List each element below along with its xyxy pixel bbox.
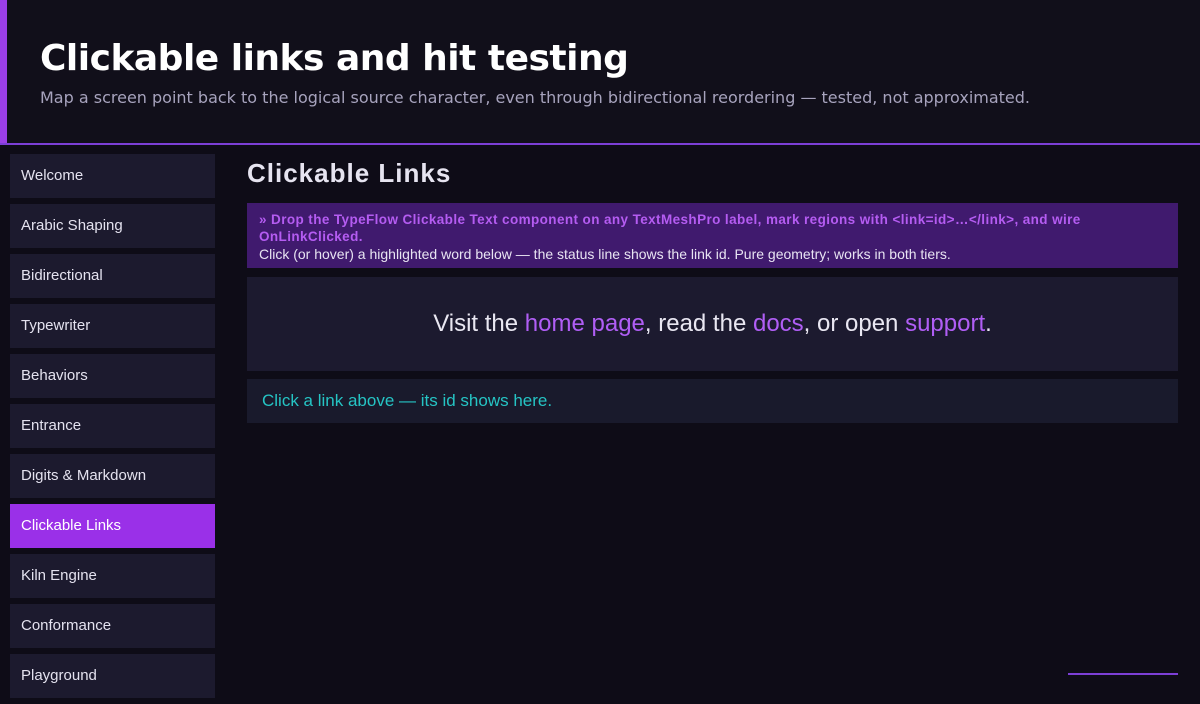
demo-text: . bbox=[985, 310, 992, 337]
page-header: Clickable links and hit testing Map a sc… bbox=[0, 0, 1200, 145]
sidebar-item-behaviors[interactable]: Behaviors bbox=[10, 354, 215, 398]
sidebar-item-entrance[interactable]: Entrance bbox=[10, 404, 215, 448]
link-status-line: Click a link above — its id shows here. bbox=[247, 379, 1178, 423]
link-docs[interactable]: docs bbox=[753, 310, 804, 337]
sidebar-item-playground[interactable]: Playground bbox=[10, 654, 215, 698]
sidebar-item-typewriter[interactable]: Typewriter bbox=[10, 304, 215, 348]
info-description: Click (or hover) a highlighted word belo… bbox=[259, 246, 951, 262]
sidebar-item-kiln-engine[interactable]: Kiln Engine bbox=[10, 554, 215, 598]
page-subtitle: Map a screen point back to the logical s… bbox=[40, 88, 1031, 107]
page-title-heading: Clickable links and hit testing bbox=[40, 38, 629, 79]
sidebar-item-bidirectional[interactable]: Bidirectional bbox=[10, 254, 215, 298]
sidebar-item-clickable-links[interactable]: Clickable Links bbox=[10, 504, 215, 548]
link-demo-panel: Visit the home page, read the docs, or o… bbox=[247, 277, 1178, 371]
demo-text: , or open bbox=[803, 310, 906, 337]
sidebar-item-conformance[interactable]: Conformance bbox=[10, 604, 215, 648]
sidebar-nav: Welcome Arabic Shaping Bidirectional Typ… bbox=[10, 154, 215, 704]
section-title: Clickable Links bbox=[247, 158, 452, 188]
sidebar-item-arabic-shaping[interactable]: Arabic Shaping bbox=[10, 204, 215, 248]
header-accent-bar bbox=[0, 0, 7, 143]
link-support[interactable]: support bbox=[905, 310, 985, 337]
demo-text: Visit the bbox=[433, 310, 525, 337]
sidebar-item-welcome[interactable]: Welcome bbox=[10, 154, 215, 198]
link-home-page[interactable]: home page bbox=[525, 310, 645, 337]
info-instruction: » Drop the TypeFlow Clickable Text compo… bbox=[259, 212, 1081, 244]
info-callout: » Drop the TypeFlow Clickable Text compo… bbox=[247, 203, 1178, 268]
sidebar-item-digits-markdown[interactable]: Digits & Markdown bbox=[10, 454, 215, 498]
demo-text: , read the bbox=[644, 310, 753, 337]
